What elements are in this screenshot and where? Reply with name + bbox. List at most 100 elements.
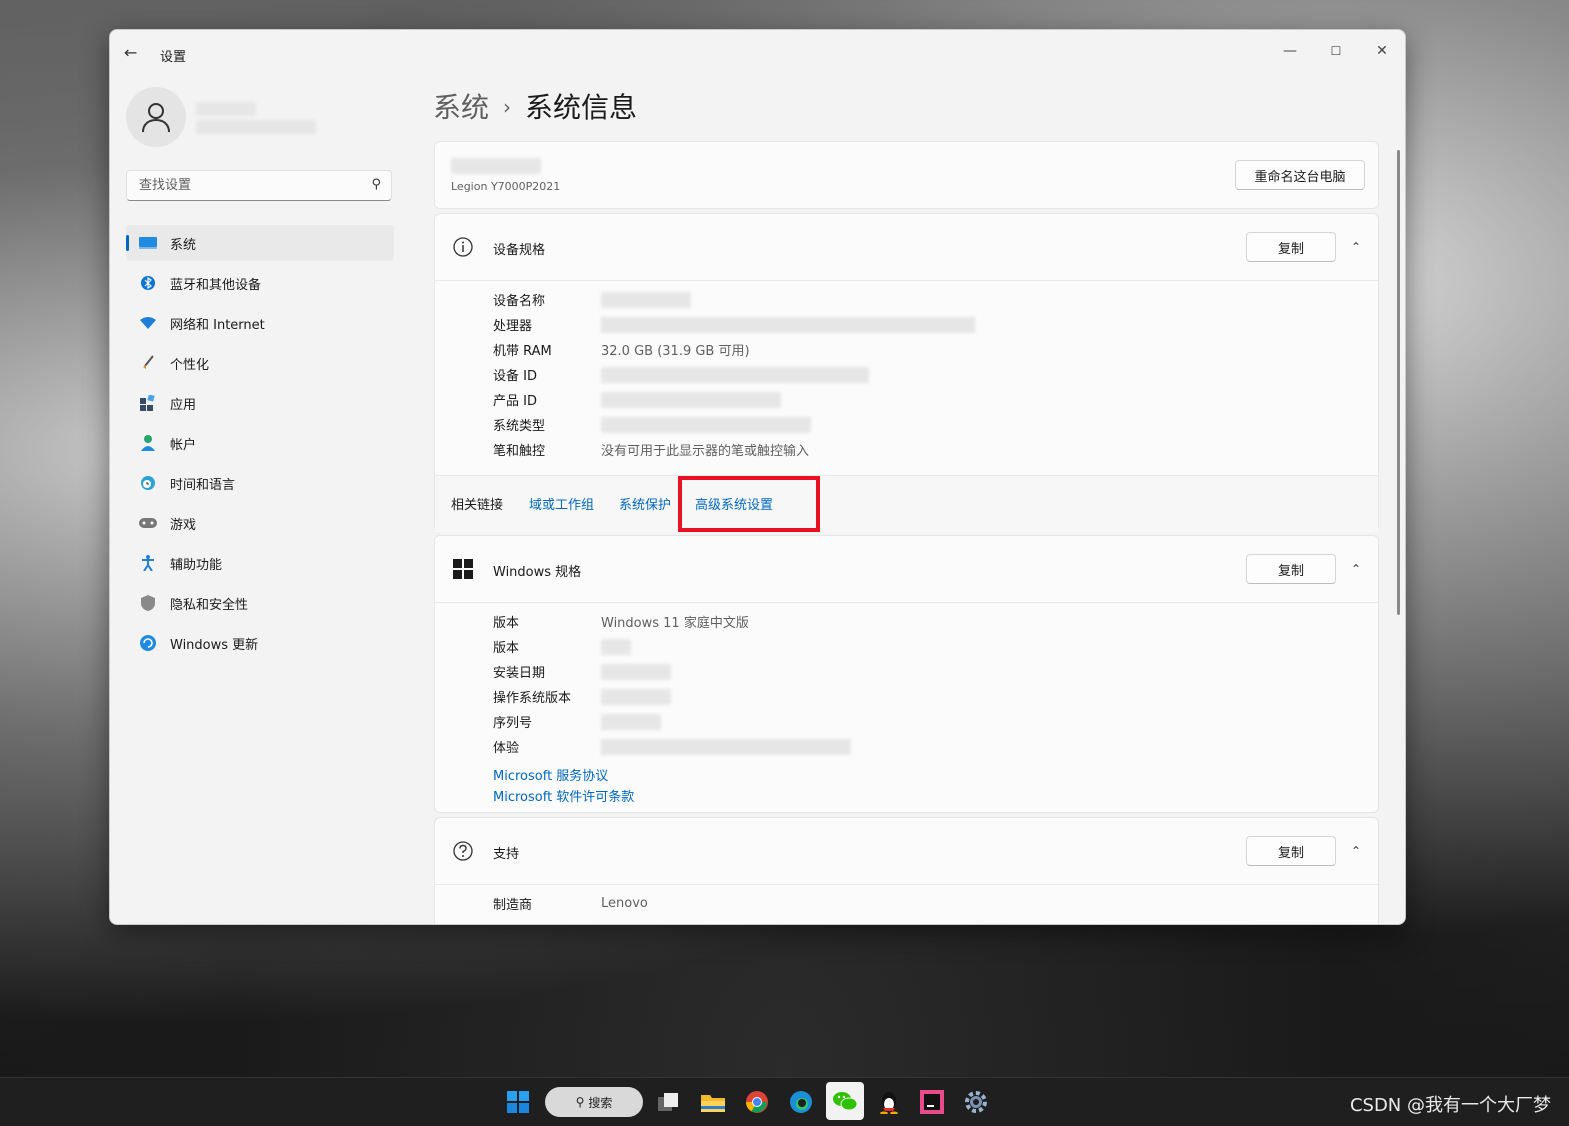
section-title: Windows 规格 [493,565,582,580]
spec-row: 产品 ID [493,387,781,412]
device-model: Legion Y7000P2021 [451,180,561,193]
info-icon [453,237,473,257]
taskbar-search-label: 搜索 [588,1095,613,1110]
spec-value: Lenovo [601,896,648,911]
sidebar-item-apps[interactable]: 应用 [126,385,394,421]
spec-value-redacted [601,688,671,705]
section-title: 支持 [493,847,520,862]
shield-icon [138,595,158,611]
spec-value-redacted [601,291,691,308]
wechat-icon [833,1092,858,1111]
search-input[interactable] [137,177,361,194]
spec-row: 系统类型 [493,412,811,437]
help-icon [453,841,473,861]
minimize-button[interactable]: — [1267,36,1313,66]
spec-key: 安装日期 [493,666,546,681]
sidebar-item-privacy[interactable]: 隐私和安全性 [126,585,394,621]
settings-search[interactable]: ⚲ [126,170,392,201]
copy-button[interactable]: 复制 [1246,836,1336,866]
chevron-up-icon[interactable]: ⌃ [1346,559,1366,579]
app-title: 设置 [160,50,187,65]
sidebar-item-label: 辅助功能 [170,557,223,573]
link-ms-license-terms[interactable]: Microsoft 软件许可条款 [493,786,634,805]
sidebar-item-label: 游戏 [170,517,197,533]
link-domain-workgroup[interactable]: 域或工作组 [529,494,594,513]
sidebar-item-windows-update[interactable]: Windows 更新 [126,625,394,661]
user-icon [142,103,170,133]
brush-icon [138,355,158,371]
vertical-scrollbar[interactable] [1397,150,1400,615]
spec-value-redacted [601,713,661,730]
breadcrumb: 系统 › 系统信息 [433,86,637,126]
settings-taskbar-button[interactable] [960,1086,992,1118]
sidebar-item-accounts[interactable]: 帐户 [126,425,394,461]
device-name-redacted [451,158,541,174]
task-view-icon [658,1093,678,1111]
edge-button[interactable] [785,1086,817,1118]
copy-button[interactable]: 复制 [1246,554,1336,584]
avatar[interactable] [126,87,186,147]
maximize-button[interactable]: ☐ [1313,36,1359,66]
chevron-up-icon[interactable]: ⌃ [1346,841,1366,861]
spec-value-redacted [601,316,975,333]
qq-button[interactable] [873,1086,905,1118]
sidebar-item-label: 应用 [170,397,197,413]
apps-icon [138,395,158,411]
chrome-button[interactable] [741,1086,773,1118]
sidebar-item-network[interactable]: 网络和 Internet [126,305,394,341]
sidebar-item-system[interactable]: 系统 [126,225,394,261]
divider [435,602,1378,603]
title-bar: ← 设置 — ☐ ✕ [110,30,1405,78]
sidebar-nav: 系统 蓝牙和其他设备 网络和 Internet 个性化 应用 帐户 时间和语言 [126,225,394,665]
rename-pc-button[interactable]: 重命名这台电脑 [1235,160,1365,190]
file-explorer-button[interactable] [697,1086,729,1118]
spec-key: 设备 ID [493,369,537,384]
ide-icon [920,1090,944,1114]
windows-specs-card: Windows 规格 复制 ⌃ 版本 Windows 11 家庭中文版 版本 安装… [434,535,1379,813]
back-button[interactable]: ← [124,44,142,62]
sidebar-item-accessibility[interactable]: 辅助功能 [126,545,394,581]
link-system-protection[interactable]: 系统保护 [619,494,671,513]
sidebar-item-gaming[interactable]: 游戏 [126,505,394,541]
taskbar: ⚲ 搜索 CSDN @我有一个大厂梦 [0,1077,1569,1126]
section-title: 设备规格 [493,243,546,258]
sidebar-item-label: 个性化 [170,357,210,373]
jetbrains-button[interactable] [916,1086,948,1118]
sidebar-item-personalization[interactable]: 个性化 [126,345,394,381]
device-header-card: Legion Y7000P2021 重命名这台电脑 [434,141,1379,209]
start-button[interactable] [502,1086,534,1118]
divider [435,280,1378,281]
close-button[interactable]: ✕ [1359,36,1405,66]
wechat-button[interactable] [826,1082,864,1120]
sidebar-item-label: 时间和语言 [170,477,236,493]
gamepad-icon [138,515,158,531]
copy-button[interactable]: 复制 [1246,232,1336,262]
spec-key: 制造商 [493,898,533,913]
chevron-right-icon: › [503,95,512,119]
spec-key: 系统类型 [493,419,546,434]
spec-value-redacted [601,663,671,680]
spec-value: Windows 11 家庭中文版 [601,616,749,631]
related-links-bar: 相关链接 域或工作组 系统保护 高级系统设置 [435,475,1378,532]
watermark-text: CSDN @我有一个大厂梦 [1349,1095,1551,1116]
sidebar-item-time-language[interactable]: 时间和语言 [126,465,394,501]
spec-value: 32.0 GB (31.9 GB 可用) [601,344,750,359]
spec-row: 版本 Windows 11 家庭中文版 [493,609,749,634]
spec-row: 制造商 Lenovo [493,891,648,916]
sidebar-item-label: 网络和 Internet [170,317,265,333]
taskbar-search[interactable]: ⚲ 搜索 [545,1087,643,1117]
accessibility-icon [138,555,158,571]
link-ms-service-agreement[interactable]: Microsoft 服务协议 [493,765,608,784]
spec-row: 机带 RAM 32.0 GB (31.9 GB 可用) [493,337,750,362]
gear-icon [965,1091,987,1113]
edge-icon [790,1091,812,1113]
sidebar-item-label: 帐户 [170,437,197,453]
spec-row: 处理器 [493,312,975,337]
sidebar-item-bluetooth[interactable]: 蓝牙和其他设备 [126,265,394,301]
task-view-button[interactable] [653,1086,685,1118]
divider [435,884,1378,885]
chevron-up-icon[interactable]: ⌃ [1346,237,1366,257]
spec-value-redacted [601,638,631,655]
breadcrumb-parent[interactable]: 系统 [433,91,489,124]
spec-row: 设备 ID [493,362,869,387]
